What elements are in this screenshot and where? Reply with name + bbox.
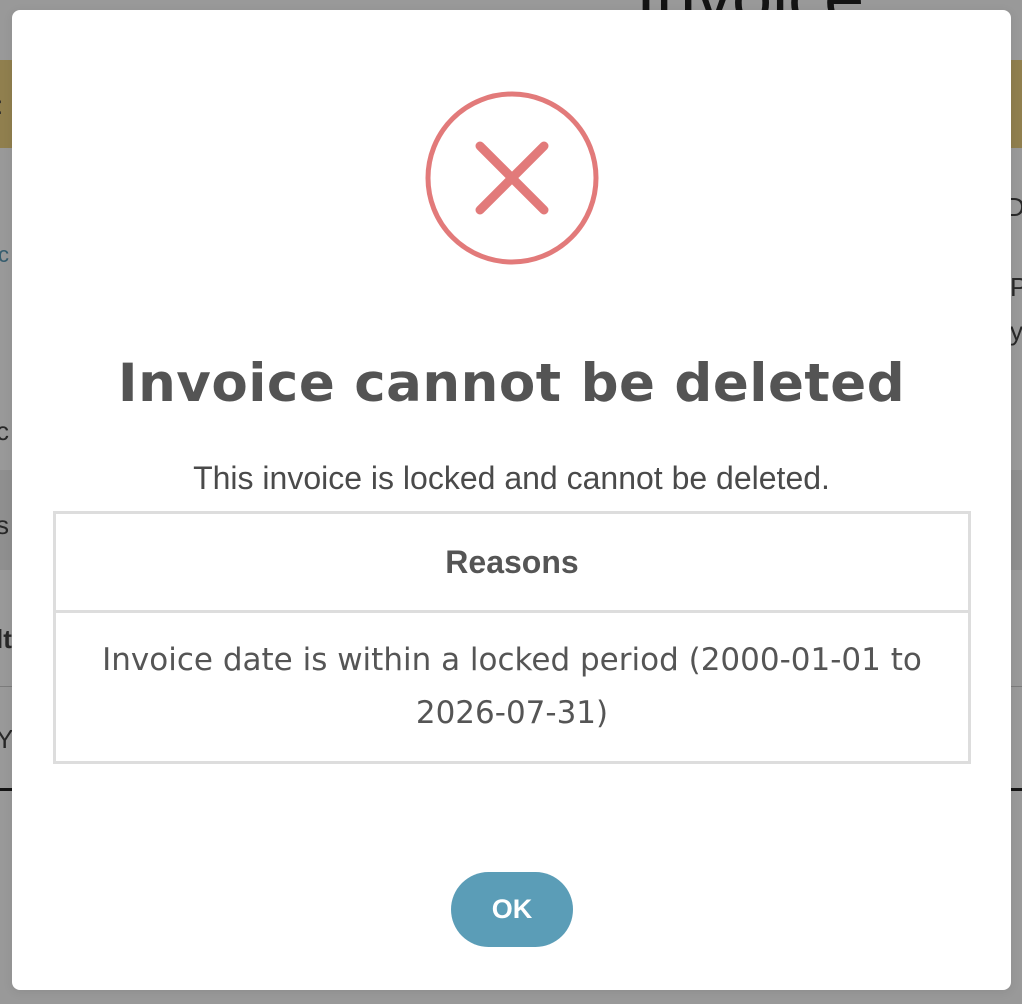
dialog-message: This invoice is locked and cannot be del… [193, 460, 830, 496]
error-dialog: Invoice cannot be deleted This invoice i… [12, 10, 1011, 990]
dialog-title: Invoice cannot be deleted [117, 353, 906, 414]
reasons-table: Reasons Invoice date is within a locked … [53, 511, 971, 764]
reason-cell: Invoice date is within a locked period (… [53, 610, 971, 764]
ok-button[interactable]: OK [451, 872, 573, 947]
reasons-table-header-row: Reasons [53, 511, 971, 613]
table-row: Invoice date is within a locked period (… [53, 610, 971, 764]
reasons-column-header: Reasons [53, 511, 971, 613]
error-x-circle-icon [425, 91, 599, 265]
